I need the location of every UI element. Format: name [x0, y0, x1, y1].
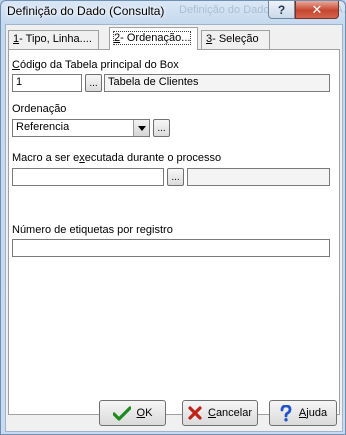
help-label: Ajuda: [298, 407, 328, 419]
title-help-button[interactable]: ?: [268, 1, 295, 19]
dropdown-arrow-icon[interactable]: [133, 120, 149, 136]
tabela-nome-display: Tabela de Clientes: [104, 74, 330, 92]
title-close-button[interactable]: ✕: [295, 1, 339, 19]
codigo-tabela-label: Código da Tabela principal do Box: [12, 59, 179, 71]
dialog-client-area: 1- Tipo, Linha.... 2- Ordenação... 3- Se…: [5, 24, 343, 432]
tab-tipo-linha[interactable]: 1- Tipo, Linha....: [8, 30, 99, 49]
ordenacao-selected-value: Referencia: [16, 121, 70, 133]
etiquetas-input[interactable]: [12, 239, 330, 257]
help-button[interactable]: Ajuda: [269, 400, 337, 426]
window-title: Definição do Dado (Consulta): [7, 4, 165, 18]
etiquetas-label: Número de etiquetas por registro: [12, 224, 173, 236]
codigo-tabela-browse-button[interactable]: ...: [85, 74, 102, 92]
cancel-button[interactable]: Cancelar: [182, 400, 258, 426]
macro-label: Macro a ser executada durante o processo: [12, 152, 222, 164]
macro-browse-button[interactable]: ...: [167, 168, 184, 186]
close-icon: ✕: [311, 1, 323, 17]
tab-selecao-label: - Seleção: [212, 33, 259, 45]
macro-description-display: [187, 168, 330, 186]
dialog-window: Definição do Dado (Consulta) Definição d…: [0, 0, 346, 435]
tab-panel-ordenacao: Código da Tabela principal do Box 1 ... …: [8, 49, 340, 415]
tab-ordenacao-label: - Ordenação...: [120, 32, 191, 44]
x-icon: [188, 406, 202, 420]
ordenacao-select[interactable]: Referencia: [12, 119, 150, 137]
ok-label: OK: [136, 407, 153, 419]
title-bar[interactable]: Definição do Dado (Consulta) Definição d…: [1, 1, 346, 23]
tab-tipo-label: - Tipo, Linha....: [19, 33, 92, 45]
ok-button[interactable]: OK: [99, 400, 166, 426]
tab-strip: 1- Tipo, Linha.... 2- Ordenação... 3- Se…: [8, 27, 338, 50]
help-glyph-icon: ?: [277, 2, 286, 17]
cancel-label: Cancelar: [207, 407, 253, 419]
tab-selecao[interactable]: 3- Seleção: [201, 30, 270, 49]
ordenacao-browse-button[interactable]: ...: [153, 119, 170, 137]
macro-input[interactable]: [12, 168, 164, 186]
ordenacao-label: Ordenação: [12, 103, 67, 115]
tab-ordenacao[interactable]: 2- Ordenação...: [109, 27, 198, 50]
codigo-tabela-input[interactable]: 1: [12, 74, 82, 92]
question-mark-icon: [280, 404, 292, 421]
check-icon: [112, 405, 131, 421]
